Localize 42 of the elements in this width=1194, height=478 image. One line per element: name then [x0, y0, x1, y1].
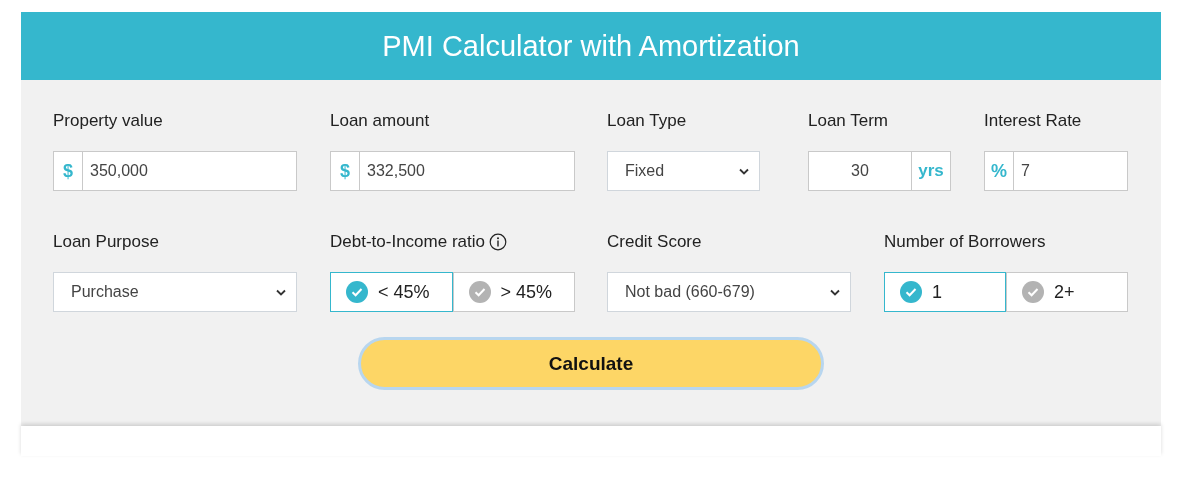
- input-field[interactable]: $ 332,500: [330, 151, 575, 191]
- input-value: 350,000: [89, 162, 148, 180]
- toggle-option[interactable]: > 45%: [452, 272, 575, 312]
- unit-prefix: $: [54, 152, 83, 190]
- chevron-down-icon: [739, 167, 749, 175]
- field-label: Loan Purpose: [53, 232, 159, 252]
- chevron-down-icon: [830, 288, 840, 296]
- toggle-option[interactable]: 2+: [1006, 272, 1128, 312]
- field-label: Debt-to-Income ratio: [330, 232, 485, 252]
- field-label: Interest Rate: [984, 111, 1082, 131]
- input-field[interactable]: % 7: [984, 151, 1128, 191]
- input-field[interactable]: $ 350,000: [53, 151, 297, 191]
- unit-prefix: $: [331, 152, 360, 190]
- check-circle-icon: [1022, 281, 1044, 303]
- chevron-down-icon: [276, 288, 286, 296]
- check-circle-icon: [468, 281, 491, 303]
- dropdown[interactable]: Fixed: [607, 151, 760, 191]
- field-label: Number of Borrowers: [884, 232, 1046, 252]
- option-label: 2+: [1054, 281, 1075, 303]
- option-label: > 45%: [500, 281, 553, 303]
- option-label: 1: [932, 281, 942, 303]
- check-circle-icon: [346, 281, 368, 303]
- unit-suffix: yrs: [917, 161, 945, 181]
- calculate-button[interactable]: Calculate: [358, 337, 824, 390]
- field-label: Property value: [53, 111, 163, 131]
- option-label: < 45%: [378, 281, 430, 303]
- toggle-option[interactable]: < 45%: [330, 272, 453, 312]
- dropdown[interactable]: Not bad (660-679): [607, 272, 851, 312]
- calculator-title: PMI Calculator with Amortization: [382, 29, 800, 63]
- unit-prefix: %: [985, 152, 1014, 190]
- input-value: 332,500: [366, 162, 425, 180]
- field-label: Loan Term: [808, 111, 888, 131]
- check-circle-icon: [900, 281, 922, 303]
- toggle-option[interactable]: 1: [884, 272, 1006, 312]
- input-field[interactable]: 30 yrs: [808, 151, 951, 191]
- input-value: 7: [1020, 162, 1030, 180]
- field-label: Loan amount: [330, 111, 430, 131]
- field-label: Credit Score: [607, 232, 702, 252]
- field-label: Loan Type: [607, 111, 687, 131]
- info-icon[interactable]: [488, 233, 507, 251]
- input-value: 30: [809, 152, 912, 190]
- dropdown[interactable]: Purchase: [53, 272, 297, 312]
